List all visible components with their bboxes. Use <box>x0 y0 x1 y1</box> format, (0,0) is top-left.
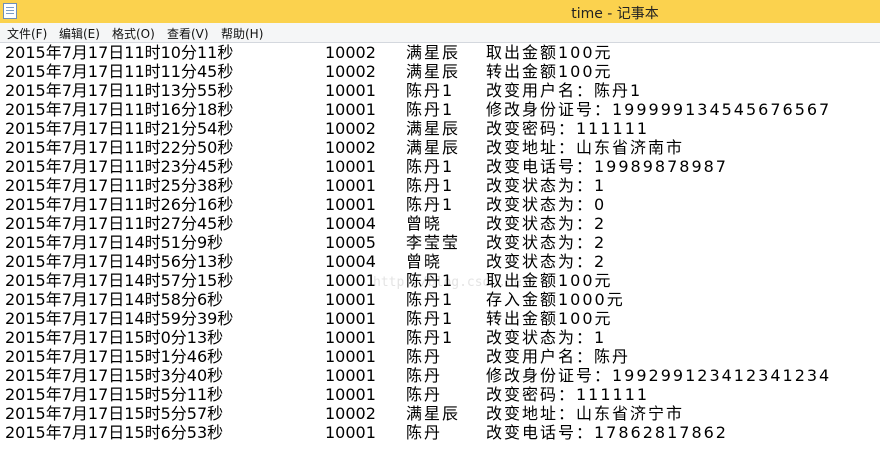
timestamp: 2015年7月17日15时0分13秒 <box>5 328 224 347</box>
action-text: 改变状态为：2 <box>486 214 607 233</box>
user-id: 10001 <box>325 195 376 214</box>
user-name: 满星辰 <box>406 62 461 81</box>
action-text: 改变用户名：陈丹1 <box>486 81 643 100</box>
user-name: 满星辰 <box>406 404 461 423</box>
timestamp: 2015年7月17日15时6分53秒 <box>5 423 224 442</box>
user-name: 满星辰 <box>406 138 461 157</box>
text-editor-area[interactable]: http://blog.csdn.net/ 2015年7月17日11时10分11… <box>0 43 880 457</box>
action-text: 改变状态为：0 <box>486 195 607 214</box>
action-text: 改变电话号：19989878987 <box>486 157 728 176</box>
action-text: 修改身份证号：199999134545676567 <box>486 100 832 119</box>
action-text: 改变电话号：17862817862 <box>486 423 728 442</box>
user-id: 10001 <box>325 100 376 119</box>
timestamp: 2015年7月17日11时16分18秒 <box>5 100 234 119</box>
user-id: 10004 <box>325 214 376 233</box>
user-name: 陈丹1 <box>406 176 455 195</box>
timestamp: 2015年7月17日11时26分16秒 <box>5 195 234 214</box>
action-text: 改变状态为：1 <box>486 176 607 195</box>
user-id: 10001 <box>325 309 376 328</box>
timestamp: 2015年7月17日11时25分38秒 <box>5 176 234 195</box>
user-name: 陈丹 <box>406 385 443 404</box>
timestamp: 2015年7月17日14时51分9秒 <box>5 233 224 252</box>
action-text: 改变状态为：2 <box>486 252 607 271</box>
action-text: 改变密码：111111 <box>486 385 650 404</box>
user-id: 10001 <box>325 81 376 100</box>
timestamp: 2015年7月17日11时11分45秒 <box>5 62 234 81</box>
action-text: 改变地址：山东省济宁市 <box>486 404 685 423</box>
user-id: 10002 <box>325 62 376 81</box>
user-id: 10002 <box>325 119 376 138</box>
action-text: 存入金额1000元 <box>486 290 625 309</box>
user-name: 陈丹1 <box>406 309 455 328</box>
action-text: 改变状态为：1 <box>486 328 607 347</box>
timestamp: 2015年7月17日11时13分55秒 <box>5 81 234 100</box>
user-name: 李莹莹 <box>406 233 461 252</box>
action-text: 改变地址：山东省济南市 <box>486 138 685 157</box>
action-text: 取出金额100元 <box>486 43 613 62</box>
user-id: 10001 <box>325 157 376 176</box>
menu-help[interactable]: 帮助(H) <box>218 25 266 42</box>
user-id: 10001 <box>325 423 376 442</box>
timestamp: 2015年7月17日14时57分15秒 <box>5 271 234 290</box>
user-id: 10001 <box>325 271 376 290</box>
user-id: 10001 <box>325 290 376 309</box>
timestamp: 2015年7月17日11时21分54秒 <box>5 119 234 138</box>
window-title: time - 记事本 <box>571 6 659 22</box>
user-id: 10002 <box>325 138 376 157</box>
action-text: 取出金额100元 <box>486 271 613 290</box>
user-name: 曾晓 <box>406 214 443 233</box>
user-id: 10002 <box>325 404 376 423</box>
timestamp: 2015年7月17日14时56分13秒 <box>5 252 234 271</box>
timestamp: 2015年7月17日11时27分45秒 <box>5 214 234 233</box>
timestamp: 2015年7月17日15时5分11秒 <box>5 385 224 404</box>
user-name: 陈丹1 <box>406 195 455 214</box>
menu-view[interactable]: 查看(V) <box>164 25 212 42</box>
action-text: 转出金额100元 <box>486 62 613 81</box>
menu-edit[interactable]: 编辑(E) <box>56 25 103 42</box>
user-name: 陈丹1 <box>406 100 455 119</box>
timestamp: 2015年7月17日15时1分46秒 <box>5 347 224 366</box>
user-name: 陈丹 <box>406 366 443 385</box>
user-name: 陈丹 <box>406 423 443 442</box>
action-text: 改变用户名：陈丹 <box>486 347 631 366</box>
timestamp: 2015年7月17日11时22分50秒 <box>5 138 234 157</box>
menu-bar: 文件(F) 编辑(E) 格式(O) 查看(V) 帮助(H) <box>0 23 880 43</box>
user-id: 10001 <box>325 366 376 385</box>
user-id: 10001 <box>325 328 376 347</box>
user-name: 满星辰 <box>406 119 461 138</box>
timestamp: 2015年7月17日15时3分40秒 <box>5 366 224 385</box>
user-name: 曾晓 <box>406 252 443 271</box>
menu-file[interactable]: 文件(F) <box>4 25 50 42</box>
user-id: 10001 <box>325 385 376 404</box>
user-id: 10004 <box>325 252 376 271</box>
user-name: 陈丹1 <box>406 271 455 290</box>
action-text: 改变状态为：2 <box>486 233 607 252</box>
title-bar[interactable]: time - 记事本 <box>0 0 880 23</box>
user-id: 10002 <box>325 43 376 62</box>
timestamp: 2015年7月17日11时10分11秒 <box>5 43 234 62</box>
timestamp: 2015年7月17日15时5分57秒 <box>5 404 224 423</box>
user-id: 10001 <box>325 176 376 195</box>
user-name: 陈丹1 <box>406 328 455 347</box>
user-name: 陈丹 <box>406 347 443 366</box>
timestamp: 2015年7月17日11时23分45秒 <box>5 157 234 176</box>
user-id: 10001 <box>325 347 376 366</box>
user-id: 10005 <box>325 233 376 252</box>
user-name: 陈丹1 <box>406 290 455 309</box>
timestamp: 2015年7月17日14时58分6秒 <box>5 290 224 309</box>
timestamp: 2015年7月17日14时59分39秒 <box>5 309 234 328</box>
action-text: 修改身份证号：199299123412341234 <box>486 366 832 385</box>
action-text: 改变密码：111111 <box>486 119 650 138</box>
user-name: 陈丹1 <box>406 157 455 176</box>
action-text: 转出金额100元 <box>486 309 613 328</box>
menu-format[interactable]: 格式(O) <box>109 25 158 42</box>
user-name: 陈丹1 <box>406 81 455 100</box>
user-name: 满星辰 <box>406 43 461 62</box>
